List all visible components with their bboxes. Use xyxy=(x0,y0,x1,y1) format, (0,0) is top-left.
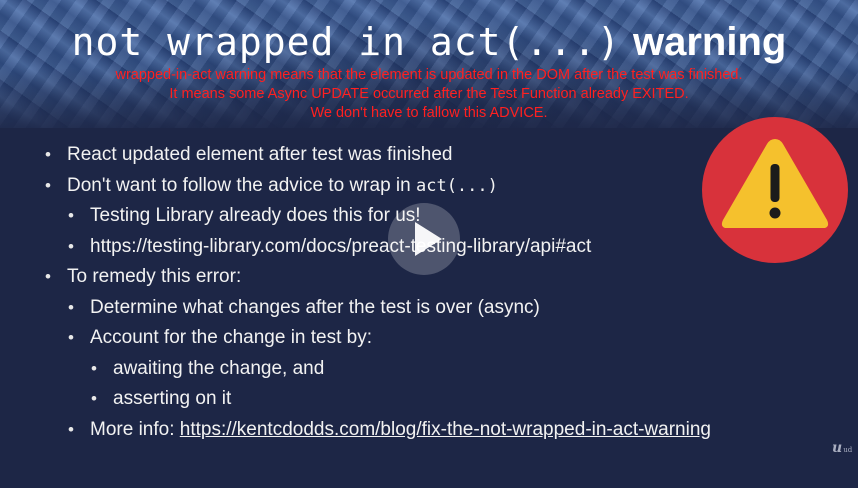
bullet-account-for-change: Account for the change in test by: xyxy=(68,323,711,354)
bullet-text: Don't want to follow the advice to wrap … xyxy=(67,174,416,196)
bullet-determine-changes: Determine what changes after the test is… xyxy=(68,293,711,324)
slide-title-code: not wrapped in act(...) xyxy=(71,20,621,64)
bullet-react-updated: React updated element after test was fin… xyxy=(45,140,711,171)
annotation-line-2: It means some Async UPDATE occurred afte… xyxy=(169,86,689,102)
warning-triangle-icon xyxy=(721,139,829,228)
warning-sign xyxy=(702,117,848,263)
video-frame[interactable]: not wrapped in act(...) warning wrapped-… xyxy=(0,0,858,488)
udemy-logo-text: ud xyxy=(843,446,853,454)
red-annotation: wrapped-in-act warning means that the el… xyxy=(0,66,858,123)
play-icon xyxy=(415,222,442,256)
slide-title: not wrapped in act(...) warning xyxy=(0,18,858,66)
play-button[interactable] xyxy=(388,203,460,275)
slide-title-word: warning xyxy=(632,20,787,64)
udemy-watermark: uud xyxy=(832,440,852,456)
more-info-label: More info: xyxy=(90,418,180,440)
kentcdodds-link[interactable]: https://kentcdodds.com/blog/fix-the-not-… xyxy=(180,419,711,440)
bullet-awaiting-change: awaiting the change, and xyxy=(91,354,711,385)
bullet-list: React updated element after test was fin… xyxy=(45,140,711,446)
act-code: act(...) xyxy=(415,175,498,196)
bullet-more-info: More info: https://kentcdodds.com/blog/f… xyxy=(68,415,711,446)
bullet-asserting: asserting on it xyxy=(91,384,711,415)
bullet-remedy: To remedy this error: xyxy=(45,262,711,293)
bullet-dont-follow-advice: Don't want to follow the advice to wrap … xyxy=(45,171,711,202)
udemy-logo-mark: u xyxy=(832,440,843,456)
annotation-line-1: wrapped-in-act warning means that the el… xyxy=(115,67,743,83)
